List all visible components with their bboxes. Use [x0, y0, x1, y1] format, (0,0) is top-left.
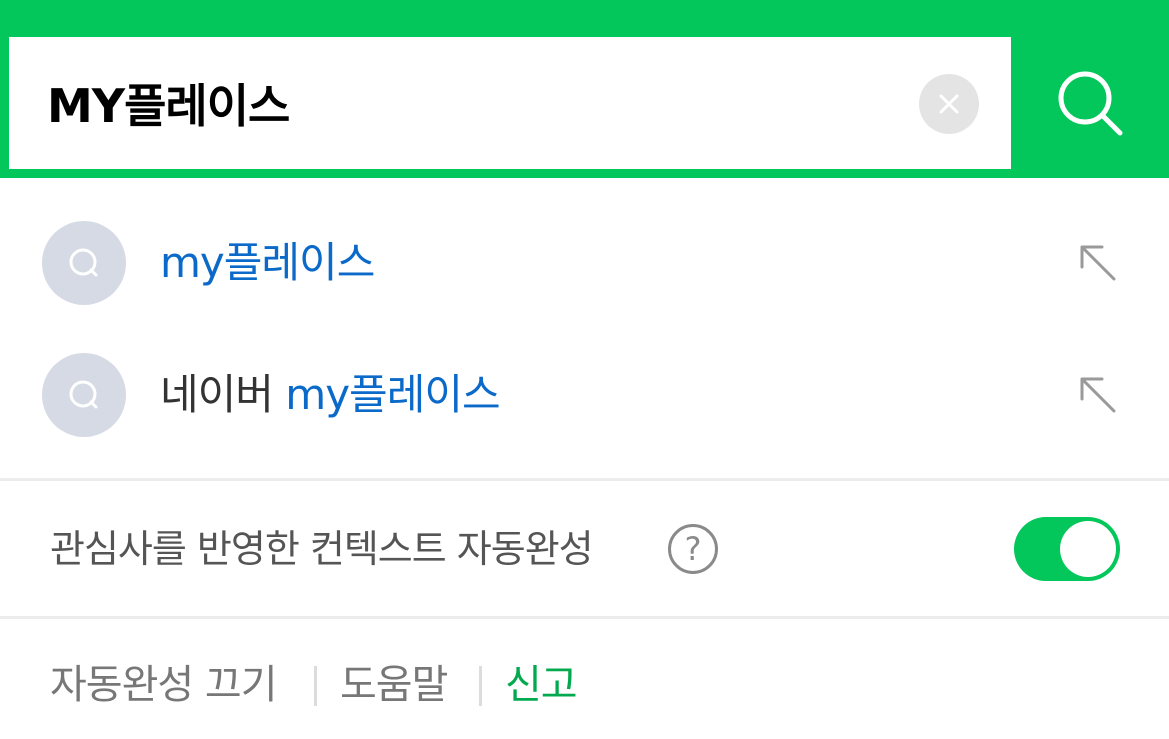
context-autocomplete-label: 관심사를 반영한 컨텍스트 자동완성 — [50, 527, 594, 571]
footer-links: 자동완성 끄기 도움말 신고 — [0, 620, 1169, 739]
report-link[interactable]: 신고 — [505, 620, 578, 739]
suggestion-prefix: 네이버 — [160, 370, 286, 419]
suggestion-text: 네이버 my플레이스 — [160, 329, 501, 461]
context-autocomplete-toggle[interactable] — [1014, 517, 1120, 581]
suggestion-match: my플레이스 — [285, 370, 500, 419]
suggestion-match: my플레이스 — [160, 238, 375, 287]
suggestion-item[interactable]: my플레이스 — [0, 197, 1169, 329]
search-icon — [42, 221, 126, 305]
link-separator — [314, 666, 317, 706]
suggestion-text: my플레이스 — [160, 197, 375, 329]
help-icon[interactable]: ? — [668, 524, 718, 574]
divider — [0, 616, 1169, 619]
close-icon — [939, 94, 959, 114]
arrow-up-left-icon[interactable] — [1076, 373, 1120, 417]
arrow-up-left-icon[interactable] — [1076, 241, 1120, 285]
search-input[interactable] — [47, 37, 907, 169]
clear-button[interactable] — [919, 74, 979, 134]
search-box — [9, 37, 1011, 169]
disable-autocomplete-link[interactable]: 자동완성 끄기 — [50, 620, 278, 739]
divider — [0, 478, 1169, 481]
help-link[interactable]: 도움말 — [340, 620, 448, 739]
search-icon — [42, 353, 126, 437]
search-button[interactable] — [1011, 37, 1169, 169]
link-separator — [479, 666, 482, 706]
toggle-knob — [1060, 521, 1116, 577]
context-autocomplete-row: 관심사를 반영한 컨텍스트 자동완성 ? — [0, 482, 1169, 616]
search-icon — [1058, 71, 1123, 136]
search-header — [0, 0, 1169, 178]
suggestion-item[interactable]: 네이버 my플레이스 — [0, 329, 1169, 461]
